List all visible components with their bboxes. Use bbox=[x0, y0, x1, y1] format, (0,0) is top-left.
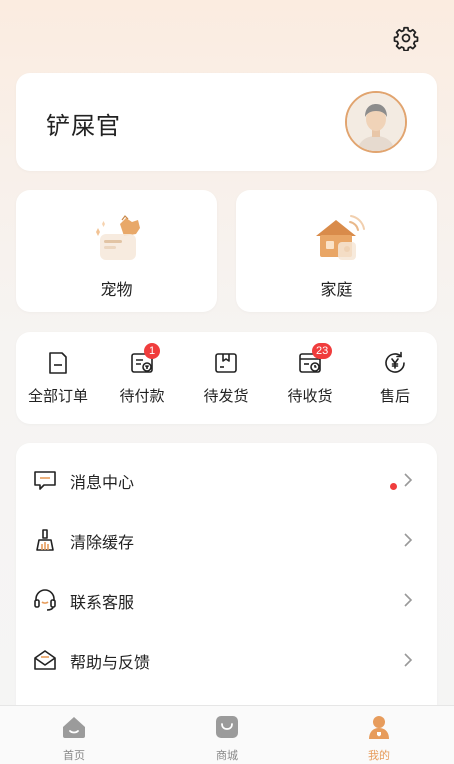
menu-clear-cache-label: 清除缓存 bbox=[70, 533, 135, 552]
pending-receipt-badge: 23 bbox=[312, 343, 333, 359]
headset-icon bbox=[32, 587, 58, 613]
refund-icon bbox=[382, 350, 408, 376]
menu-contact-support-label: 联系客服 bbox=[70, 593, 135, 612]
profile-icon bbox=[366, 714, 392, 740]
home-icon bbox=[61, 714, 87, 740]
pet-tile[interactable]: 宠物 bbox=[16, 190, 217, 312]
shop-bag-icon bbox=[214, 714, 240, 740]
menu-message-center[interactable]: 消息中心 bbox=[16, 449, 437, 509]
pet-icon bbox=[88, 208, 148, 266]
tab-home-label: 首页 bbox=[63, 749, 85, 762]
mail-icon bbox=[32, 647, 58, 673]
tab-home[interactable]: 首页 bbox=[34, 714, 114, 763]
unread-dot bbox=[390, 483, 397, 490]
order-list-icon bbox=[45, 350, 71, 376]
tab-shop[interactable]: 商城 bbox=[187, 714, 267, 763]
broom-icon bbox=[32, 527, 58, 553]
order-all-label: 全部订单 bbox=[27, 387, 88, 405]
order-after-sales[interactable]: 售后 bbox=[353, 350, 437, 406]
tab-shop-label: 商城 bbox=[216, 749, 238, 762]
orders-card: 全部订单 1 待付款 待发货 23 待收货 售后 bbox=[16, 332, 437, 424]
box-icon bbox=[213, 350, 239, 376]
tab-profile-label: 我的 bbox=[368, 749, 390, 762]
gear-icon bbox=[393, 26, 419, 51]
profile-card[interactable]: 铲屎官 bbox=[16, 73, 437, 171]
house-icon bbox=[308, 208, 368, 266]
tab-profile[interactable]: 我的 bbox=[339, 714, 419, 763]
delivery-clock-icon: 23 bbox=[297, 343, 333, 376]
order-all[interactable]: 全部订单 bbox=[16, 350, 100, 406]
chevron-right-icon bbox=[404, 473, 413, 487]
order-pending-receipt[interactable]: 23 待收货 bbox=[268, 343, 352, 406]
chevron-right-icon bbox=[404, 653, 413, 667]
order-pending-payment[interactable]: 1 待付款 bbox=[100, 343, 184, 406]
wallet-icon: 1 bbox=[129, 343, 160, 376]
order-pending-payment-label: 待付款 bbox=[119, 387, 165, 405]
menu-help-feedback[interactable]: 帮助与反馈 bbox=[16, 629, 437, 689]
settings-menu: 消息中心 清除缓存 联系客服 帮助与反馈 bbox=[16, 443, 437, 715]
bottom-tab-bar: 首页 商城 我的 bbox=[0, 705, 454, 764]
order-pending-shipment-label: 待发货 bbox=[203, 387, 249, 405]
home-tile[interactable]: 家庭 bbox=[236, 190, 437, 312]
menu-message-center-label: 消息中心 bbox=[70, 473, 135, 492]
order-pending-shipment[interactable]: 待发货 bbox=[184, 350, 268, 406]
pet-label: 宠物 bbox=[100, 280, 133, 299]
user-avatar-icon bbox=[347, 93, 405, 151]
menu-clear-cache[interactable]: 清除缓存 bbox=[16, 509, 437, 569]
menu-help-feedback-label: 帮助与反馈 bbox=[70, 653, 151, 672]
avatar[interactable] bbox=[345, 91, 407, 153]
order-pending-receipt-label: 待收货 bbox=[287, 387, 333, 405]
order-after-sales-label: 售后 bbox=[379, 387, 410, 405]
menu-contact-support[interactable]: 联系客服 bbox=[16, 569, 437, 629]
username: 铲屎官 bbox=[46, 112, 121, 140]
chevron-right-icon bbox=[404, 533, 413, 547]
settings-button[interactable] bbox=[390, 22, 422, 54]
message-icon bbox=[32, 467, 58, 493]
pending-payment-badge: 1 bbox=[144, 343, 160, 359]
chevron-right-icon bbox=[404, 593, 413, 607]
home-label: 家庭 bbox=[320, 280, 353, 299]
